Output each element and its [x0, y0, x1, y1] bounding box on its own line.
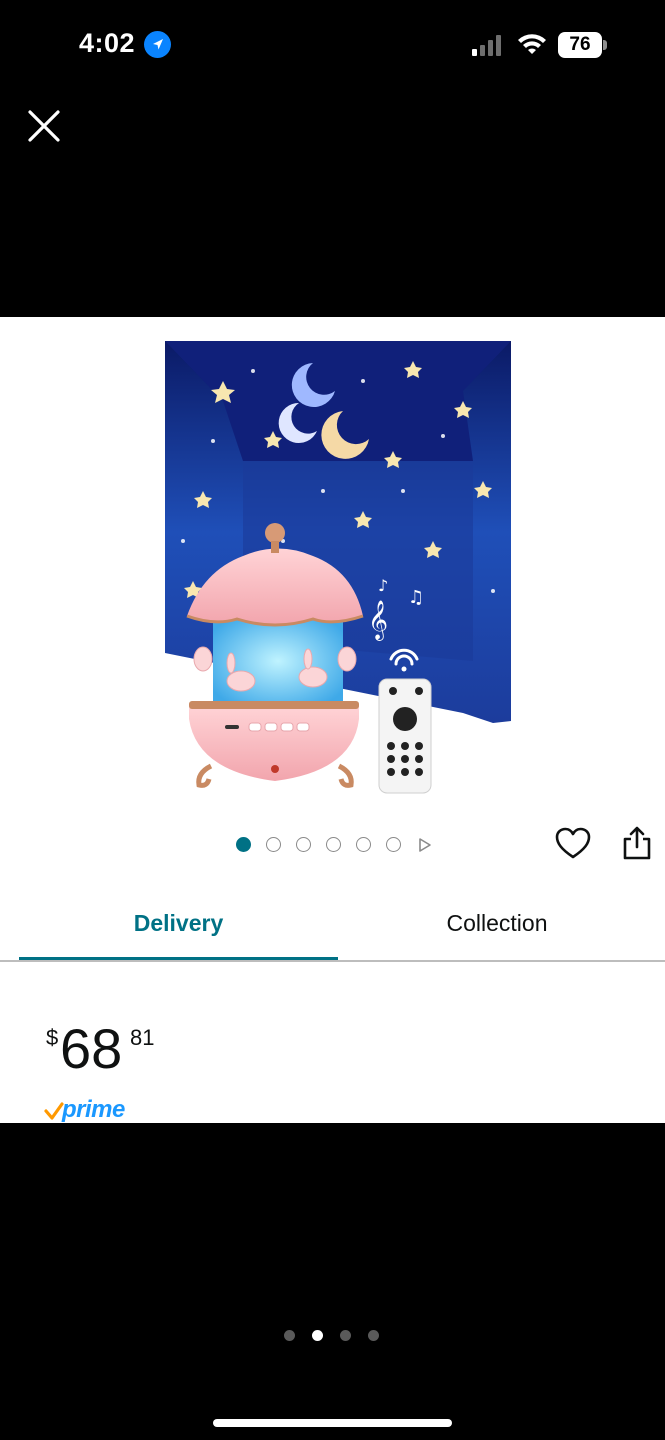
- home-indicator[interactable]: [213, 1419, 452, 1427]
- carousel-dot-5[interactable]: [356, 837, 371, 852]
- price-currency: $: [46, 1025, 59, 1050]
- carousel-dot-2[interactable]: [266, 837, 281, 852]
- tab-collection[interactable]: Collection: [338, 895, 656, 959]
- prime-logo: prime: [44, 1097, 134, 1123]
- battery-cap: [603, 40, 607, 50]
- video-play-icon[interactable]: [418, 837, 432, 853]
- prime-label: prime: [62, 1096, 125, 1123]
- product-sheet: 𝄞 ♫ ♪ Delivery Collection $ 68 81 prime: [0, 317, 665, 1123]
- carousel-dot-3[interactable]: [296, 837, 311, 852]
- page-dot-4[interactable]: [368, 1330, 379, 1341]
- image-carousel-indicator: [236, 837, 436, 853]
- carousel-dot-4[interactable]: [326, 837, 341, 852]
- heart-icon[interactable]: [555, 827, 591, 861]
- svg-text:𝄞: 𝄞: [368, 600, 388, 641]
- battery-level: 76: [558, 32, 602, 58]
- price-whole: 68: [60, 1017, 123, 1080]
- page-dot-3[interactable]: [340, 1330, 351, 1341]
- signal-icon: [470, 34, 506, 56]
- svg-text:♪: ♪: [378, 576, 388, 595]
- battery-icon: 76: [558, 32, 608, 58]
- status-bar: 4:02 76: [0, 0, 665, 90]
- price-fraction: 81: [130, 1025, 155, 1050]
- prime-check-icon: [44, 1102, 64, 1120]
- location-arrow-icon: [144, 31, 171, 58]
- tab-divider: [0, 960, 665, 962]
- page-dot-1[interactable]: [284, 1330, 295, 1341]
- close-icon[interactable]: [26, 108, 62, 144]
- product-image[interactable]: 𝄞 ♫ ♪: [163, 341, 515, 797]
- status-time: 4:02: [79, 28, 136, 58]
- tab-delivery[interactable]: Delivery: [19, 895, 338, 959]
- share-icon[interactable]: [622, 825, 652, 861]
- carousel-dot-6[interactable]: [386, 837, 401, 852]
- wifi-icon: [516, 32, 548, 56]
- delivery-tabs: Delivery Collection: [0, 895, 665, 963]
- carousel-dot-1[interactable]: [236, 837, 251, 852]
- page-dot-2[interactable]: [312, 1330, 323, 1341]
- page-indicator: [284, 1330, 384, 1342]
- svg-text:♫: ♫: [408, 587, 424, 608]
